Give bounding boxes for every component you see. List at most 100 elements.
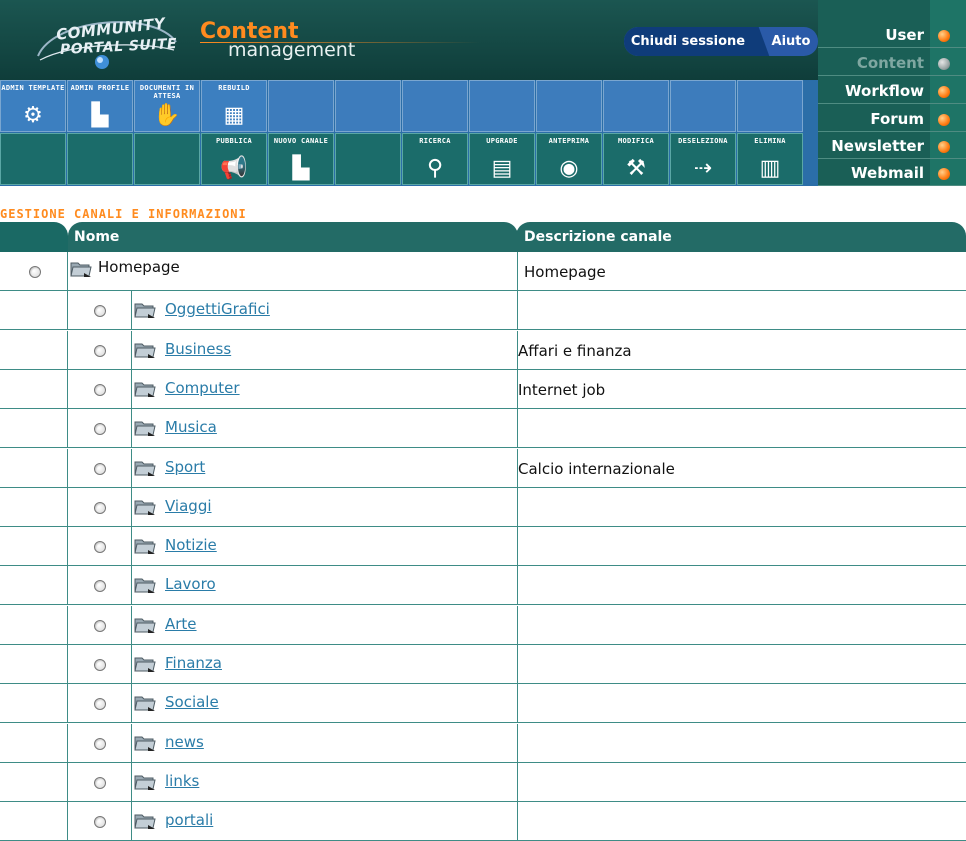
row-indent-cell <box>0 605 68 645</box>
channel-link[interactable]: Computer <box>165 379 240 397</box>
toolbar-button-modifica[interactable]: MODIFICA ⚒ <box>603 133 669 185</box>
channel-link[interactable]: Finanza <box>165 654 222 672</box>
action-toolbar: ADMIN TEMPLATE ⚙ ADMIN PROFILE ▙ DOCUMENTI I… <box>0 80 818 186</box>
channel-radio[interactable] <box>94 344 106 357</box>
toolbar-button-elimina[interactable]: ELIMINA ▥ <box>737 133 803 185</box>
channel-link[interactable]: OggettiGrafici <box>165 300 270 318</box>
row-select-cell <box>68 291 132 331</box>
row-description-cell <box>518 724 966 763</box>
channel-radio[interactable] <box>94 383 106 396</box>
row-description-cell <box>518 763 966 802</box>
gears-icon: ⚙ <box>23 103 43 128</box>
toolbar-button-admin-profile[interactable]: ADMIN PROFILE ▙ <box>67 80 133 132</box>
channel-link[interactable]: links <box>165 772 199 790</box>
toolbar-button-label: DESELEZIONA <box>678 137 728 145</box>
status-dot-icon <box>938 30 950 42</box>
header-name: Nome <box>68 222 518 252</box>
module-menu-item-newsletter[interactable]: Newsletter <box>818 133 966 159</box>
row-name-cell: Sociale <box>132 684 518 724</box>
header-select-column <box>0 222 68 252</box>
channel-link[interactable]: Sport <box>165 458 205 476</box>
module-menu-item-webmail[interactable]: Webmail <box>818 160 966 186</box>
toolbar-empty-cell <box>469 80 535 132</box>
channel-radio[interactable] <box>94 305 106 318</box>
magnifier-icon: ⚲ <box>426 156 444 181</box>
channel-radio[interactable] <box>94 698 106 711</box>
row-indent-cell <box>0 448 68 488</box>
module-menu-label: Forum <box>870 110 924 128</box>
toolbar-button-anteprima[interactable]: ANTEPRIMA ◉ <box>536 133 602 185</box>
folder-icon <box>134 382 156 397</box>
channel-radio[interactable] <box>94 541 106 554</box>
channel-link[interactable]: Arte <box>165 615 197 633</box>
channel-radio[interactable] <box>94 501 106 514</box>
channel-link[interactable]: news <box>165 733 204 751</box>
channel-radio[interactable] <box>94 619 106 632</box>
folder-icon <box>134 421 156 437</box>
row-select-cell <box>68 723 132 763</box>
channel-link[interactable]: Sociale <box>165 693 219 711</box>
toolbar-button-pubblica[interactable]: PUBBLICA 📢 <box>201 133 267 185</box>
channel-link[interactable]: portali <box>165 811 213 829</box>
row-description-cell <box>518 566 966 605</box>
row-name-cell: links <box>132 762 518 802</box>
help-button[interactable]: Aiuto <box>764 27 818 56</box>
toolbar-empty-cell <box>670 80 736 132</box>
module-menu-item-forum[interactable]: Forum <box>818 106 966 132</box>
row-indent-cell <box>0 330 68 370</box>
channel-link[interactable]: Business <box>165 340 231 358</box>
toolbar-button-label: MODIFICA <box>617 137 655 145</box>
row-select-cell <box>68 762 132 802</box>
channel-link[interactable]: Notizie <box>165 536 217 554</box>
folder-icon <box>134 657 156 672</box>
table-row: Sociale <box>0 684 966 724</box>
upgrade-icon: ▤ <box>491 156 513 181</box>
logout-button[interactable]: Chiudi sessione <box>624 27 752 56</box>
toolbar-button-label: RICERCA <box>419 137 451 145</box>
channel-link[interactable]: Lavoro <box>165 575 216 593</box>
toolbar-empty-cell <box>134 133 200 185</box>
deselect-icon: ⇢ <box>693 156 713 181</box>
toolbar-button-label: DOCUMENTI IN ATTESA <box>139 84 195 100</box>
module-menu-item-workflow[interactable]: Workflow <box>818 78 966 104</box>
toolbar-empty-cell <box>268 80 334 132</box>
toolbar-button-rebuild[interactable]: REBUILD ▦ <box>201 80 267 132</box>
channel-radio[interactable] <box>94 816 106 829</box>
channel-radio[interactable] <box>94 462 106 475</box>
toolbar-button-nuovo-canale[interactable]: NUOVO CANALE ▙ <box>268 133 334 185</box>
toolbar-empty-cell <box>335 133 401 185</box>
tools-icon: ⚒ <box>626 156 646 181</box>
toolbar-button-upgrade[interactable]: UPGRADE ▤ <box>469 133 535 185</box>
folder-icon <box>134 814 156 830</box>
channel-radio[interactable] <box>94 423 106 436</box>
module-menu-label: Content <box>856 54 924 72</box>
channel-radio[interactable] <box>94 737 106 750</box>
channel-description: Homepage <box>524 263 606 281</box>
row-name-cell: Lavoro <box>132 566 518 606</box>
toolbar-button-documenti-in-attesa[interactable]: DOCUMENTI IN ATTESA ✋ <box>134 80 200 132</box>
module-menu: User Content Workflow Forum Newsletter Webmai… <box>818 0 966 186</box>
row-name-cell: OggettiGrafici <box>132 291 518 331</box>
toolbar-button-admin-template[interactable]: ADMIN TEMPLATE ⚙ <box>0 80 66 132</box>
row-select-cell <box>68 448 132 488</box>
table-row: Business Affari e finanza <box>0 330 966 370</box>
row-select-cell <box>68 566 132 606</box>
channel-radio[interactable] <box>94 580 106 593</box>
eye-icon: ◉ <box>559 156 579 181</box>
module-menu-item-user[interactable]: User <box>818 22 966 48</box>
community-portal-suite-logo: COMMUNITY PORTAL SUITE <box>24 12 184 72</box>
channel-link[interactable]: Musica <box>165 418 217 436</box>
toolbar-button-deseleziona[interactable]: DESELEZIONA ⇢ <box>670 133 736 185</box>
channel-radio[interactable] <box>94 776 106 789</box>
folder-icon <box>134 303 156 319</box>
row-description-cell <box>518 645 966 684</box>
folder-icon <box>134 461 156 476</box>
channel-radio-homepage[interactable] <box>29 266 41 278</box>
row-name-cell: news <box>132 723 518 763</box>
module-menu-item-content[interactable]: Content <box>818 50 966 76</box>
toolbar-button-ricerca[interactable]: RICERCA ⚲ <box>402 133 468 185</box>
channel-description: Internet job <box>518 380 606 399</box>
channel-link[interactable]: Viaggi <box>165 497 212 515</box>
channel-radio[interactable] <box>94 659 106 671</box>
table-row: Finanza <box>0 645 966 684</box>
